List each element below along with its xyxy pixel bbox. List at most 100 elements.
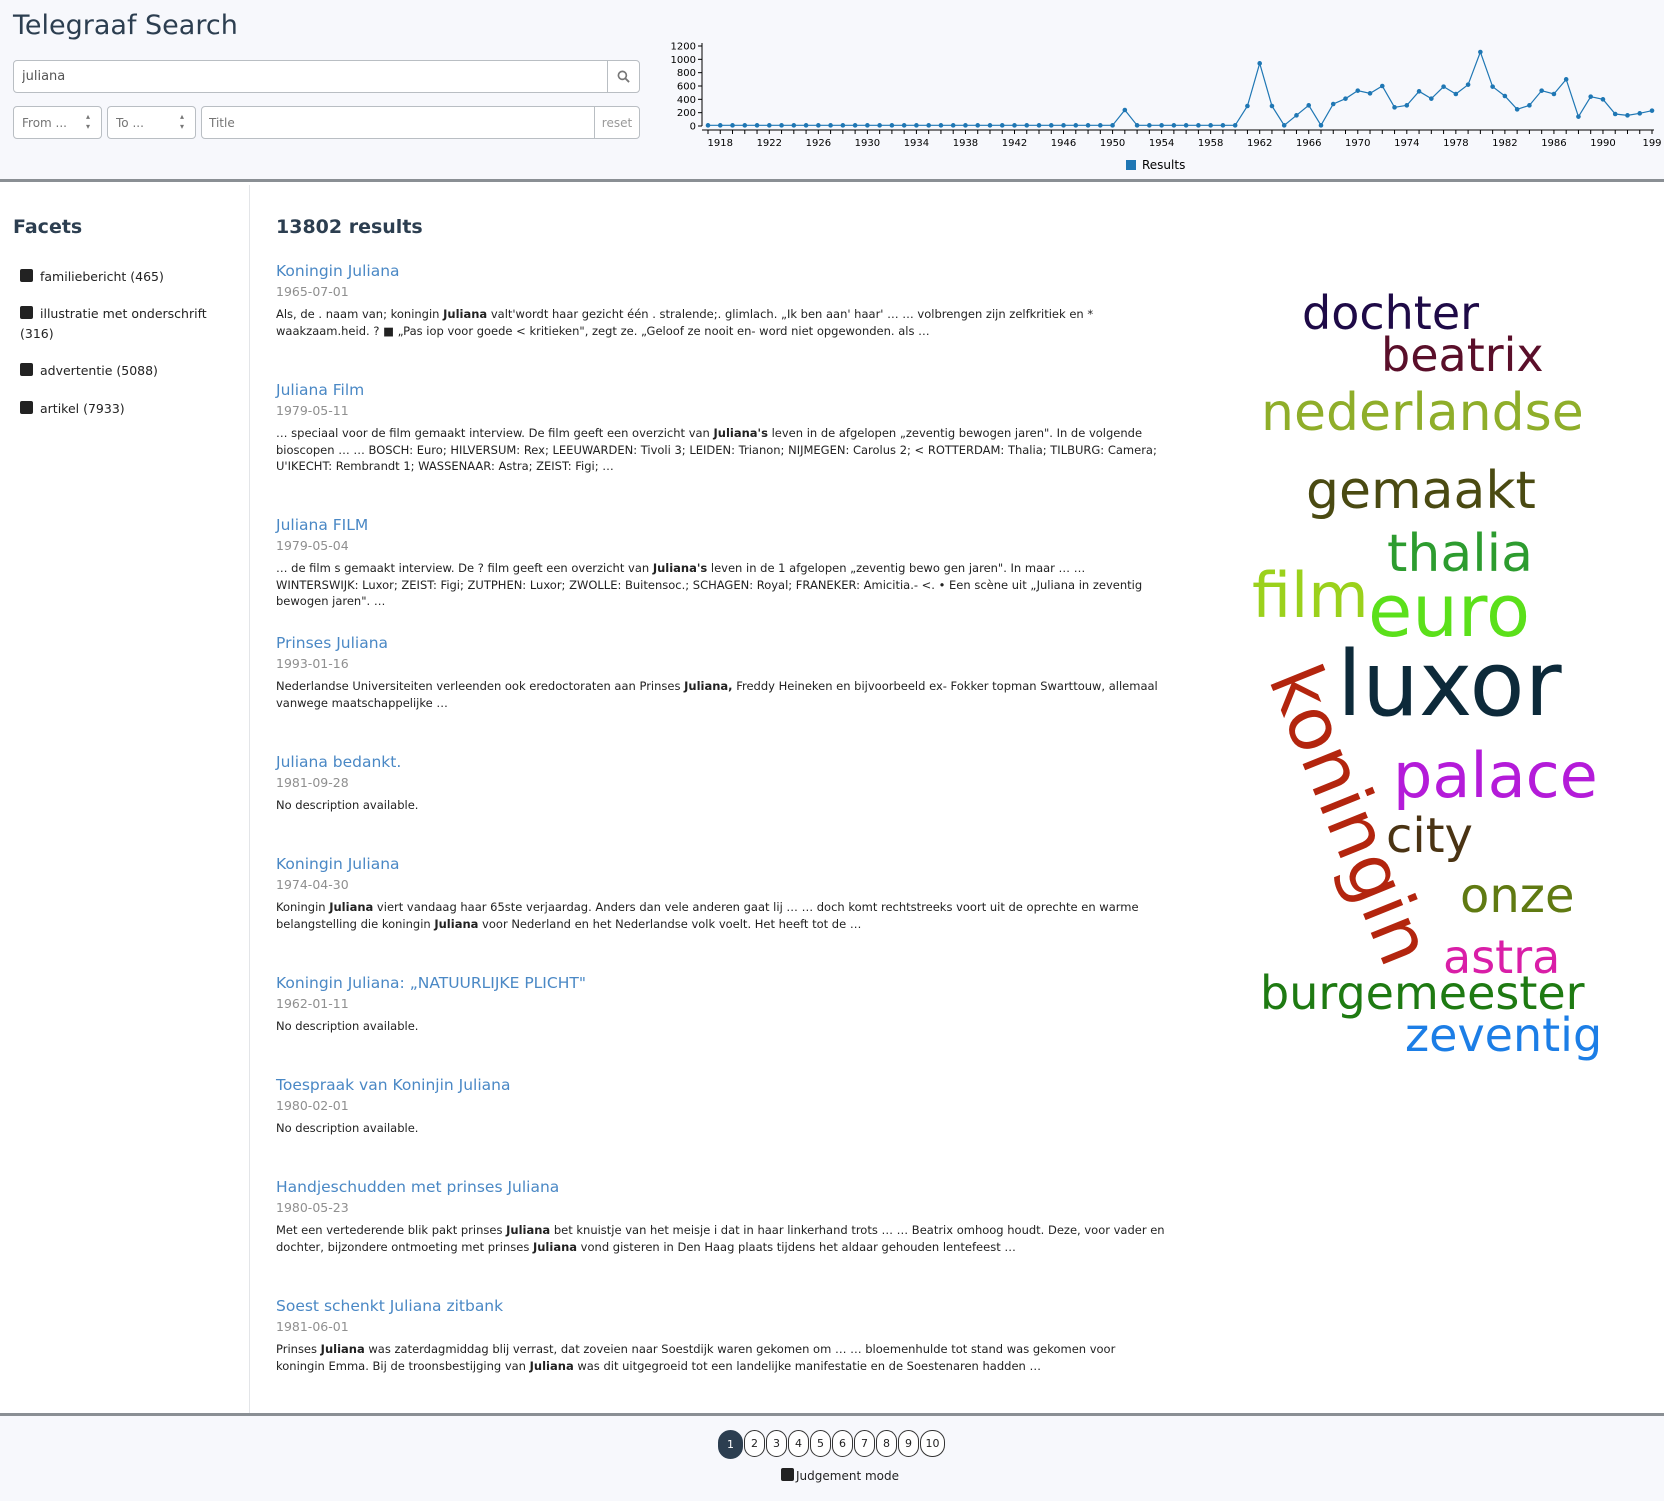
highlight-term: Juliana xyxy=(434,916,479,931)
data-point xyxy=(1539,88,1544,93)
result-title-link[interactable]: Handjeschudden met prinses Juliana xyxy=(276,1177,1166,1197)
result-title-link[interactable]: Toespraak van Koninjin Juliana xyxy=(276,1075,1166,1095)
word-cloud: dochter beatrix nederlandse gemaakt thal… xyxy=(1230,270,1650,1070)
page-button-5[interactable]: 5 xyxy=(810,1430,831,1457)
data-point xyxy=(926,123,931,128)
cloud-word-city[interactable]: city xyxy=(1386,812,1473,860)
result-item: Koningin Juliana: „NATUURLIJKE PLICHT" 1… xyxy=(276,973,1166,1035)
to-year-field[interactable]: ▴▾ xyxy=(107,106,196,139)
x-tick-label: 1974 xyxy=(1394,138,1419,149)
data-point xyxy=(1048,123,1054,128)
highlight-term: Juliana xyxy=(329,900,374,914)
facet-checkbox[interactable] xyxy=(20,306,33,319)
judgement-mode-label: Judgement mode xyxy=(796,1469,899,1483)
result-title-link[interactable]: Prinses Juliana xyxy=(276,633,1166,653)
page-button-6[interactable]: 6 xyxy=(832,1430,853,1457)
page-button-3[interactable]: 3 xyxy=(766,1430,787,1457)
data-point xyxy=(1355,88,1361,93)
facet-checkbox[interactable] xyxy=(20,363,33,376)
result-snippet: … de film s gemaakt interview. De ? film… xyxy=(276,561,1143,608)
facet-checkbox[interactable] xyxy=(20,401,33,414)
page-button-1[interactable]: 1 xyxy=(718,1430,743,1459)
result-item: Juliana FILM 1979-05-04 … de film s gema… xyxy=(276,515,1166,610)
data-point xyxy=(1269,103,1275,109)
result-item: Prinses Juliana 1993-01-16 Nederlandse U… xyxy=(276,633,1166,711)
from-year-input[interactable] xyxy=(14,107,84,138)
facet-artikel[interactable]: artikel (7933) xyxy=(20,399,225,419)
result-title-link[interactable]: Koningin Juliana xyxy=(276,854,1166,874)
data-point xyxy=(1600,97,1606,102)
to-year-input[interactable] xyxy=(108,107,178,138)
x-tick-label: 1918 xyxy=(708,138,733,149)
title-filter-input[interactable] xyxy=(202,107,594,138)
highlight-term: Juliana xyxy=(506,1223,551,1237)
data-point xyxy=(1232,123,1238,128)
facet-checkbox[interactable] xyxy=(20,269,33,282)
cloud-word-nederlandse[interactable]: nederlandse xyxy=(1261,387,1584,439)
data-point xyxy=(1551,91,1557,97)
from-year-field[interactable]: ▴▾ xyxy=(13,106,102,139)
data-point xyxy=(938,123,944,128)
data-point xyxy=(1588,94,1594,99)
page-button-8[interactable]: 8 xyxy=(876,1430,897,1457)
result-date: 1965-07-01 xyxy=(276,284,349,299)
search-input[interactable] xyxy=(14,61,607,92)
x-tick-label: 1922 xyxy=(757,138,782,149)
page-button-4[interactable]: 4 xyxy=(788,1430,809,1457)
data-point xyxy=(1453,91,1459,97)
facet-familiebericht[interactable]: familiebericht (465) xyxy=(20,267,225,287)
result-snippet: No description available. xyxy=(276,798,419,812)
spinner-arrows-icon[interactable]: ▴ ▾ xyxy=(177,112,187,132)
result-date: 1993-01-16 xyxy=(276,656,349,671)
facet-illustratie[interactable]: illustratie met onderschrift (316) xyxy=(20,304,225,344)
reset-button[interactable]: reset xyxy=(594,107,639,138)
data-point xyxy=(1110,123,1115,128)
highlight-term: Juliana xyxy=(529,1358,574,1373)
page-button-7[interactable]: 7 xyxy=(854,1430,875,1457)
cloud-word-beatrix[interactable]: beatrix xyxy=(1381,332,1544,378)
result-snippet: Als, de . naam van; koningin Juliana val… xyxy=(276,307,1094,338)
judgement-mode-toggle[interactable]: Judgement mode xyxy=(781,1468,899,1483)
cloud-word-onze[interactable]: onze xyxy=(1460,872,1575,920)
cloud-word-zeventig[interactable]: zeventig xyxy=(1405,1012,1602,1058)
result-date: 1974-04-30 xyxy=(276,877,349,892)
y-tick-label: 800 xyxy=(677,68,696,79)
result-title-link[interactable]: Juliana FILM xyxy=(276,515,1166,535)
y-tick-label: 1200 xyxy=(671,42,696,53)
cloud-word-film[interactable]: film xyxy=(1252,565,1369,627)
judgement-mode-checkbox[interactable] xyxy=(781,1468,794,1481)
facet-label: advertentie (5088) xyxy=(40,363,158,378)
data-point xyxy=(1416,89,1422,94)
data-point xyxy=(1257,61,1262,66)
data-point xyxy=(1502,93,1508,99)
search-button[interactable] xyxy=(607,61,639,92)
spinner-arrows-icon[interactable]: ▴ ▾ xyxy=(83,112,93,132)
footer: 1 2 3 4 5 6 7 8 9 10 Judgement mode xyxy=(0,1413,1664,1501)
result-item: Toespraak van Koninjin Juliana 1980-02-0… xyxy=(276,1075,1166,1137)
result-title-link[interactable]: Soest schenkt Juliana zitbank xyxy=(276,1296,1166,1316)
cloud-word-luxor[interactable]: luxor xyxy=(1337,640,1562,730)
search-box xyxy=(13,60,640,93)
page-button-2[interactable]: 2 xyxy=(744,1430,765,1457)
cloud-word-gemaakt[interactable]: gemaakt xyxy=(1306,465,1536,517)
data-point xyxy=(865,123,870,128)
data-point xyxy=(766,123,772,128)
result-title-link[interactable]: Koningin Juliana xyxy=(276,261,1166,281)
data-point xyxy=(1404,103,1410,108)
page-button-10[interactable]: 10 xyxy=(920,1430,945,1457)
result-item: Koningin Juliana 1965-07-01 Als, de . na… xyxy=(276,261,1166,339)
facet-advertentie[interactable]: advertentie (5088) xyxy=(20,361,225,381)
data-point xyxy=(1576,114,1581,119)
data-point xyxy=(1306,103,1312,108)
data-point xyxy=(840,123,846,128)
data-point xyxy=(1392,105,1397,110)
data-point xyxy=(1330,101,1336,107)
search-icon xyxy=(617,70,630,83)
result-title-link[interactable]: Juliana Film xyxy=(276,380,1166,400)
result-title-link[interactable]: Koningin Juliana: „NATUURLIJKE PLICHT" xyxy=(276,973,1166,993)
result-title-link[interactable]: Juliana bedankt. xyxy=(276,752,1166,772)
page-button-9[interactable]: 9 xyxy=(898,1430,919,1457)
facets-title: Facets xyxy=(13,216,83,238)
cloud-word-palace[interactable]: palace xyxy=(1393,745,1598,807)
result-snippet: Prinses Juliana was zaterdagmiddag blij … xyxy=(276,1342,1116,1373)
